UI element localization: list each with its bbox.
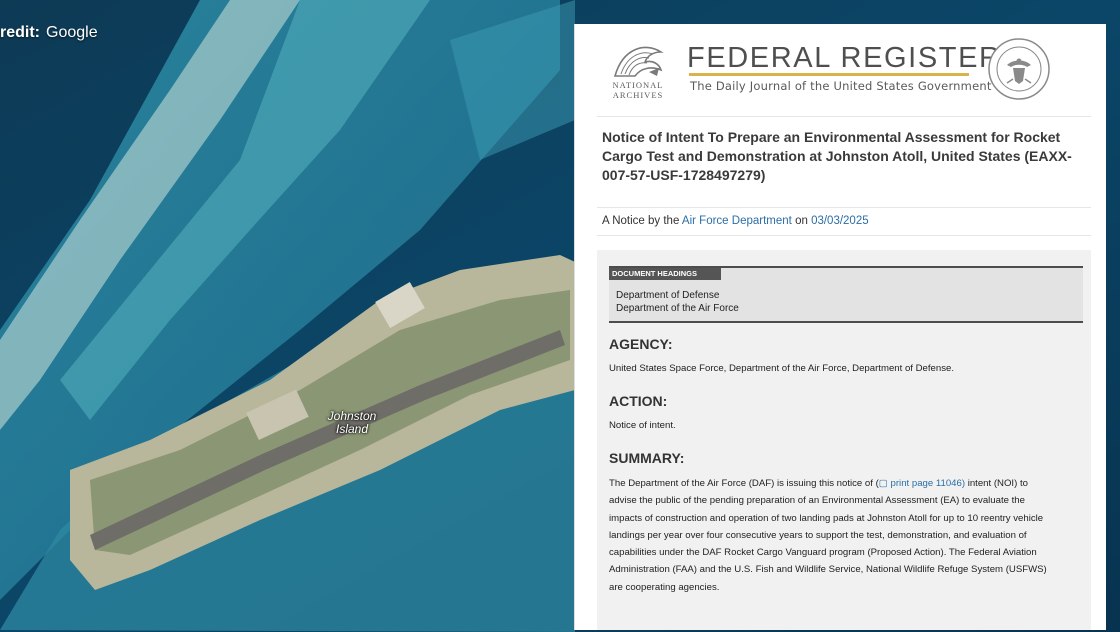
archives-line1: NATIONAL <box>612 80 664 90</box>
print-page-link[interactable]: ▢ print page 11046) <box>879 478 965 489</box>
document-headings-box: DOCUMENT HEADINGS Department of Defense … <box>609 266 1083 323</box>
summary-text: The Department of the Air Force (DAF) is… <box>609 475 1079 596</box>
agency-text: United States Space Force, Department of… <box>609 363 955 374</box>
action-text: Notice of intent. <box>609 420 676 431</box>
federal-register-subtitle: The Daily Journal of the United States G… <box>690 79 992 93</box>
title-underline <box>689 73 969 76</box>
summary-line-6: Administration (FAA) and the U.S. Fish a… <box>609 564 1047 576</box>
summary-line-1: The Department of the Air Force (DAF) is… <box>609 475 1079 492</box>
map-credit-source: Google <box>46 24 98 41</box>
byline-prefix: A Notice by the <box>602 215 680 227</box>
national-archives-seal-icon <box>988 38 1050 100</box>
archives-line2: ARCHIVES <box>612 90 664 100</box>
document-body: DOCUMENT HEADINGS Department of Defense … <box>597 250 1091 630</box>
byline: A Notice by the Air Force Department on … <box>602 215 869 227</box>
summary-heading: SUMMARY: <box>609 450 685 466</box>
agency-link[interactable]: Air Force Department <box>682 215 792 227</box>
document-title: Notice of Intent To Prepare an Environme… <box>602 128 1072 185</box>
summary-line-2: advise the public of the pending prepara… <box>609 495 1025 507</box>
byline-divider <box>597 235 1091 236</box>
heading-department-of-defense: Department of Defense <box>616 290 720 301</box>
map-credit: redit: Google <box>0 24 98 42</box>
map-place-label: Johnston Island <box>322 410 382 436</box>
document-title-line1: Notice of Intent To Prepare an Environme… <box>602 129 1061 145</box>
summary-line1-end: intent (NOI) to <box>965 478 1028 489</box>
federal-register-title[interactable]: FEDERAL REGISTER <box>687 42 1002 75</box>
summary-line-5: capabilities under the DAF Rocket Cargo … <box>609 547 1037 559</box>
map-place-label-line2: Island <box>335 422 369 436</box>
heading-department-of-the-air-force: Department of the Air Force <box>616 303 739 314</box>
document-title-line3: 007-57-USF-1728497279) <box>602 167 766 183</box>
summary-line-3: impacts of construction and operation of… <box>609 512 1044 524</box>
summary-line1-start: The Department of the Air Force (DAF) is… <box>609 478 879 489</box>
map-credit-label: redit: <box>0 24 40 41</box>
date-link[interactable]: 03/03/2025 <box>811 215 869 227</box>
document-title-line2: Cargo Test and Demonstration at Johnston… <box>602 148 1072 164</box>
byline-on: on <box>795 215 808 227</box>
title-divider <box>597 207 1091 208</box>
agency-heading: AGENCY: <box>609 336 673 352</box>
action-heading: ACTION: <box>609 393 668 409</box>
header-divider <box>597 116 1091 117</box>
federal-register-document: NATIONAL ARCHIVES FEDERAL REGISTER The D… <box>574 24 1106 630</box>
document-headings-tag: DOCUMENT HEADINGS <box>609 268 721 280</box>
summary-line-7: are cooperating agencies. <box>609 581 720 593</box>
summary-line-4: landings per year over four consecutive … <box>609 529 1027 541</box>
federal-register-header: NATIONAL ARCHIVES FEDERAL REGISTER The D… <box>575 24 1107 112</box>
national-archives-wordmark: NATIONAL ARCHIVES <box>601 80 675 100</box>
